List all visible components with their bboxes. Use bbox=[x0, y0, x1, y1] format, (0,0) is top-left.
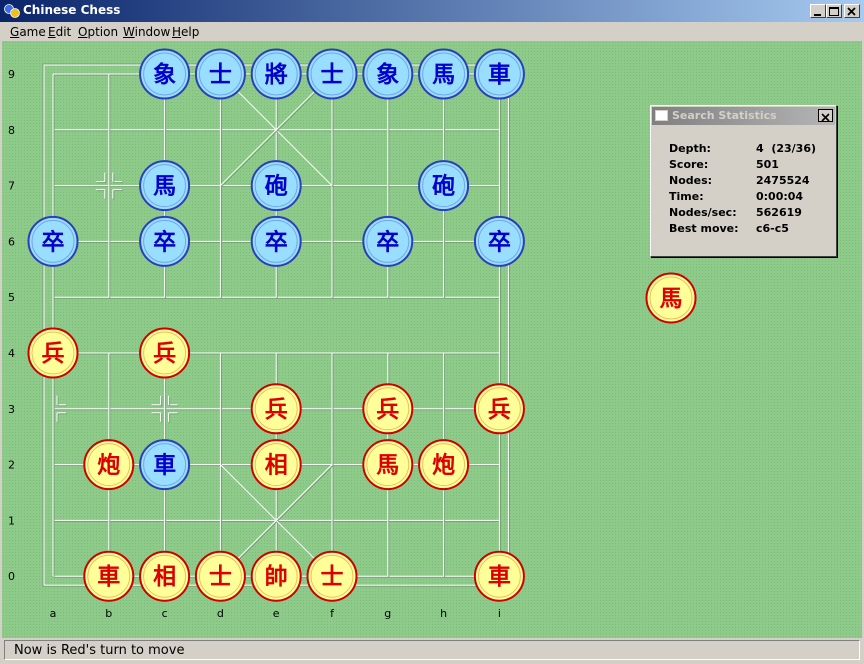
file-label: a bbox=[50, 607, 57, 620]
blue-piece-label: 馬 bbox=[432, 62, 455, 88]
red-piece-label: 士 bbox=[209, 564, 232, 590]
menu-help[interactable]: Help bbox=[172, 25, 199, 39]
rank-label: 6 bbox=[8, 235, 15, 248]
window-icon bbox=[655, 110, 668, 121]
close-icon bbox=[821, 113, 830, 122]
minimize-button[interactable] bbox=[810, 4, 826, 18]
blue-piece-label: 卒 bbox=[488, 228, 511, 255]
blue-piece-label: 砲 bbox=[265, 174, 288, 200]
close-icon bbox=[847, 7, 856, 16]
red-piece-label: 炮 bbox=[432, 452, 455, 479]
blue-piece-label: 車 bbox=[488, 62, 511, 88]
close-button[interactable] bbox=[844, 4, 860, 18]
search-statistics-title: Search Statistics bbox=[672, 109, 777, 122]
blue-piece-label: 卒 bbox=[42, 228, 65, 255]
red-piece-label: 兵 bbox=[376, 397, 399, 423]
captured-piece-label: 馬 bbox=[660, 286, 683, 312]
search-statistics-close-button[interactable] bbox=[818, 109, 833, 122]
file-label: h bbox=[440, 607, 447, 620]
blue-piece-label: 車 bbox=[153, 453, 176, 479]
blue-piece-label: 象 bbox=[376, 61, 399, 88]
client-area: 0123456789abcdefghi象士將士象馬車馬砲砲卒卒卒卒卒兵兵兵兵兵炮… bbox=[2, 41, 862, 638]
blue-piece-label: 卒 bbox=[376, 228, 399, 255]
rank-label: 1 bbox=[8, 514, 15, 527]
red-piece-label: 車 bbox=[488, 564, 511, 590]
blue-piece-label: 卒 bbox=[265, 228, 288, 255]
blue-piece-label: 象 bbox=[153, 61, 176, 88]
file-label: g bbox=[384, 607, 391, 620]
blue-piece-label: 卒 bbox=[153, 228, 176, 255]
status-text: Now is Red's turn to move bbox=[14, 643, 185, 658]
blue-piece-label: 士 bbox=[321, 62, 344, 88]
blue-piece-label: 砲 bbox=[432, 174, 455, 200]
red-piece-label: 車 bbox=[97, 564, 120, 590]
red-piece-label: 兵 bbox=[488, 397, 511, 423]
file-label: f bbox=[330, 607, 335, 620]
red-piece-label: 相 bbox=[265, 453, 288, 479]
search-statistics-title-bar[interactable]: Search Statistics bbox=[652, 107, 835, 125]
maximize-icon bbox=[829, 7, 839, 16]
file-label: c bbox=[162, 607, 168, 620]
app-icon bbox=[4, 4, 20, 18]
red-piece-label: 兵 bbox=[42, 341, 65, 367]
minimize-icon bbox=[814, 14, 821, 16]
red-piece-label: 士 bbox=[321, 564, 344, 590]
menu-bar: Game Edit Option Window Help bbox=[0, 22, 864, 41]
search-statistics-window: Search Statistics Depth: 4 (23/36) Score:… bbox=[650, 105, 837, 257]
rank-label: 5 bbox=[8, 291, 15, 304]
rank-label: 9 bbox=[8, 68, 15, 81]
file-label: e bbox=[273, 607, 280, 620]
blue-piece-label: 將 bbox=[265, 62, 288, 88]
red-piece-label: 炮 bbox=[97, 452, 120, 479]
rank-label: 3 bbox=[8, 403, 15, 416]
rank-label: 2 bbox=[8, 459, 15, 472]
status-bar: Now is Red's turn to move bbox=[4, 640, 860, 660]
red-piece-label: 相 bbox=[153, 564, 176, 590]
red-piece-label: 馬 bbox=[376, 453, 399, 479]
menu-edit[interactable]: Edit bbox=[48, 25, 71, 39]
file-label: i bbox=[498, 607, 501, 620]
maximize-button[interactable] bbox=[826, 4, 842, 18]
menu-game[interactable]: Game bbox=[10, 25, 46, 39]
red-piece-label: 兵 bbox=[265, 397, 288, 423]
rank-label: 4 bbox=[8, 347, 15, 360]
file-label: d bbox=[217, 607, 224, 620]
window-title: Chinese Chess bbox=[23, 3, 121, 17]
rank-label: 8 bbox=[8, 124, 15, 137]
red-piece-label: 帥 bbox=[265, 563, 288, 590]
red-piece-label: 兵 bbox=[153, 341, 176, 367]
blue-piece-label: 馬 bbox=[153, 174, 176, 200]
title-bar[interactable]: Chinese Chess bbox=[0, 0, 864, 22]
rank-label: 0 bbox=[8, 570, 15, 583]
blue-piece-label: 士 bbox=[209, 62, 232, 88]
menu-window[interactable]: Window bbox=[123, 25, 170, 39]
file-label: b bbox=[105, 607, 112, 620]
rank-label: 7 bbox=[8, 180, 15, 193]
menu-option[interactable]: Option bbox=[78, 25, 118, 39]
